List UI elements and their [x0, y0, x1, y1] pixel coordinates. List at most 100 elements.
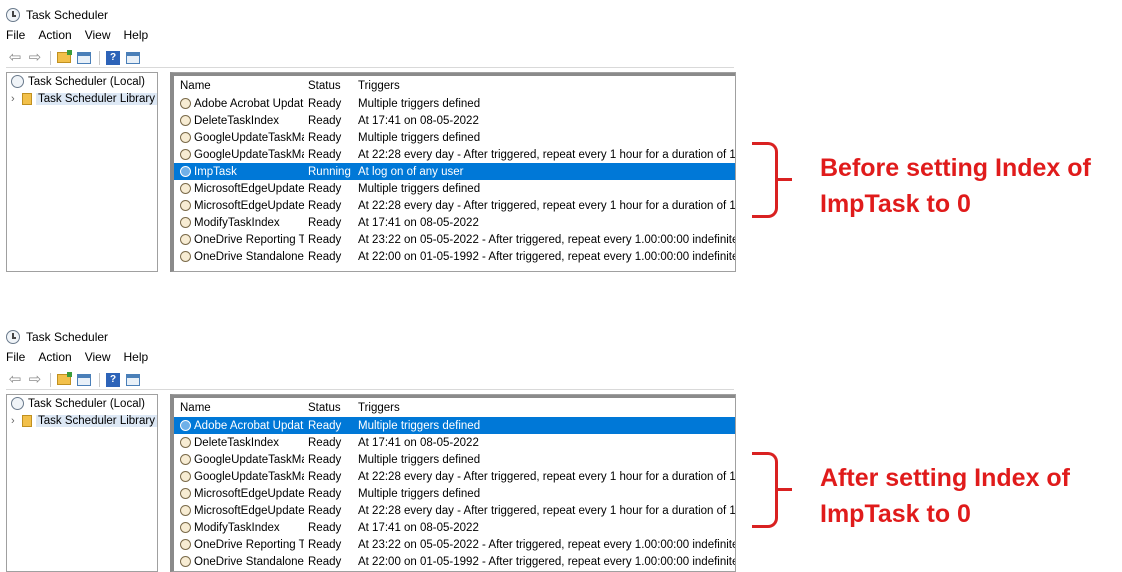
- column-header-status[interactable]: Status: [304, 80, 356, 92]
- forward-arrow-icon: ⇨: [28, 49, 42, 66]
- task-scheduler-app-icon: [6, 8, 20, 22]
- task-row[interactable]: Adobe Acrobat Updat... Ready Multiple trig…: [174, 95, 735, 112]
- task-triggers: At 23:22 on 05-05-2022 - After triggered…: [358, 233, 735, 246]
- task-name-cell: OneDrive Reporting T...: [174, 234, 304, 246]
- menu-view[interactable]: View: [85, 28, 111, 44]
- task-triggers: Multiple triggers defined: [358, 182, 481, 195]
- task-name: DeleteTaskIndex: [194, 114, 280, 127]
- task-row[interactable]: OneDrive Standalone ... Ready At 22:00 on …: [174, 553, 735, 570]
- task-row[interactable]: MicrosoftEdgeUpdate... Ready At 22:28 ever…: [174, 502, 735, 519]
- task-name-cell: Adobe Acrobat Updat...: [174, 98, 304, 110]
- toolbar-separator: [99, 372, 100, 387]
- console-tree: Task Scheduler (Local) › Task Scheduler …: [6, 394, 158, 572]
- annotation-before-line2: ImpTask to 0: [820, 190, 971, 218]
- task-triggers: At 17:41 on 08-05-2022: [358, 436, 479, 449]
- task-status: Ready: [308, 487, 342, 500]
- task-name-cell: GoogleUpdateTaskMa...: [174, 149, 304, 161]
- task-list: Name Status Triggers Adobe Acrobat Updat…: [170, 394, 736, 572]
- task-clock-icon: [180, 539, 191, 550]
- task-triggers: At 17:41 on 08-05-2022: [358, 521, 479, 534]
- tree-item-library[interactable]: › Task Scheduler Library: [7, 412, 157, 429]
- task-name: GoogleUpdateTaskMa...: [194, 453, 304, 466]
- task-triggers: At 17:41 on 08-05-2022: [358, 216, 479, 229]
- up-folder-button[interactable]: [55, 372, 73, 388]
- menu-action[interactable]: Action: [38, 28, 71, 44]
- task-clock-icon: [180, 251, 191, 262]
- task-row[interactable]: OneDrive Standalone ... Ready At 22:00 on …: [174, 248, 735, 265]
- task-name-cell: MicrosoftEdgeUpdate...: [174, 488, 304, 500]
- chevron-right-icon[interactable]: ›: [11, 415, 18, 427]
- tree-item-root[interactable]: Task Scheduler (Local): [7, 395, 157, 412]
- back-button[interactable]: ⇦: [6, 50, 24, 66]
- menu-view[interactable]: View: [85, 350, 111, 366]
- task-clock-icon: [180, 471, 191, 482]
- task-row[interactable]: Adobe Acrobat Updat... Ready Multiple trig…: [174, 417, 735, 434]
- task-triggers: At 23:22 on 05-05-2022 - After triggered…: [358, 538, 735, 551]
- task-row[interactable]: ImpTask Running At log on of any user: [174, 163, 735, 180]
- column-header-name[interactable]: Name: [174, 402, 304, 414]
- help-button[interactable]: ?: [104, 372, 122, 388]
- task-row[interactable]: ModifyTaskIndex Ready At 17:41 on 08-05-20…: [174, 214, 735, 231]
- menu-file[interactable]: File: [6, 28, 25, 44]
- task-triggers: At 22:28 every day - After triggered, re…: [358, 470, 735, 483]
- annotation-after-line1: After setting Index of: [820, 464, 1071, 492]
- column-header-status[interactable]: Status: [304, 402, 356, 414]
- up-folder-button[interactable]: [55, 50, 73, 66]
- task-row[interactable]: GoogleUpdateTaskMa... Ready At 22:28 every…: [174, 146, 735, 163]
- task-row[interactable]: OneDrive Reporting T... Ready At 23:22 on …: [174, 536, 735, 553]
- task-row[interactable]: ModifyTaskIndex Ready At 17:41 on 08-05-20…: [174, 519, 735, 536]
- menu-help[interactable]: Help: [124, 28, 149, 44]
- task-row[interactable]: DeleteTaskIndex Ready At 17:41 on 08-05-20…: [174, 112, 735, 129]
- folder-icon: [21, 414, 33, 427]
- task-clock-icon: [180, 132, 191, 143]
- forward-button[interactable]: ⇨: [26, 372, 44, 388]
- toolbar-separator: [50, 372, 51, 387]
- annotation-bracket-tick: [778, 178, 792, 181]
- show-action-pane-button[interactable]: [124, 50, 142, 66]
- task-row[interactable]: MicrosoftEdgeUpdate... Ready Multiple trig…: [174, 180, 735, 197]
- task-name: MicrosoftEdgeUpdate...: [194, 504, 304, 517]
- task-triggers: At 17:41 on 08-05-2022: [358, 114, 479, 127]
- task-row[interactable]: GoogleUpdateTaskMa... Ready At 22:28 every…: [174, 468, 735, 485]
- help-button[interactable]: ?: [104, 50, 122, 66]
- task-name-cell: GoogleUpdateTaskMa...: [174, 471, 304, 483]
- task-status: Ready: [308, 419, 342, 432]
- column-header-name[interactable]: Name: [174, 80, 304, 92]
- menu-file[interactable]: File: [6, 350, 25, 366]
- forward-button[interactable]: ⇨: [26, 50, 44, 66]
- folder-up-icon: [57, 50, 72, 63]
- help-icon: ?: [106, 372, 120, 387]
- task-triggers: At 22:00 on 01-05-1992 - After triggered…: [358, 250, 735, 263]
- tree-item-root[interactable]: Task Scheduler (Local): [7, 73, 157, 90]
- show-hide-console-button[interactable]: [75, 372, 93, 388]
- column-header-triggers[interactable]: Triggers: [356, 402, 735, 414]
- task-name-cell: DeleteTaskIndex: [174, 437, 304, 449]
- task-row[interactable]: GoogleUpdateTaskMa... Ready Multiple trigg…: [174, 451, 735, 468]
- menu-help[interactable]: Help: [124, 350, 149, 366]
- task-status: Ready: [308, 216, 342, 229]
- task-clock-icon: [180, 217, 191, 228]
- task-clock-icon: [180, 420, 191, 431]
- task-status: Ready: [308, 555, 342, 568]
- task-row[interactable]: MicrosoftEdgeUpdate... Ready At 22:28 ever…: [174, 197, 735, 214]
- task-triggers: Multiple triggers defined: [358, 131, 481, 144]
- task-row[interactable]: GoogleUpdateTaskMa... Ready Multiple trigg…: [174, 129, 735, 146]
- show-hide-console-button[interactable]: [75, 50, 93, 66]
- back-button[interactable]: ⇦: [6, 372, 24, 388]
- task-status: Ready: [308, 470, 342, 483]
- task-name-cell: DeleteTaskIndex: [174, 115, 304, 127]
- show-action-pane-button[interactable]: [124, 372, 142, 388]
- task-rows: Adobe Acrobat Updat... Ready Multiple trig…: [174, 95, 735, 265]
- menu-action[interactable]: Action: [38, 350, 71, 366]
- task-status: Ready: [308, 199, 342, 212]
- task-status: Ready: [308, 114, 342, 127]
- tree-item-library[interactable]: › Task Scheduler Library: [7, 90, 157, 107]
- task-clock-icon: [180, 166, 191, 177]
- task-row[interactable]: OneDrive Reporting T... Ready At 23:22 on …: [174, 231, 735, 248]
- task-row[interactable]: DeleteTaskIndex Ready At 17:41 on 08-05-20…: [174, 434, 735, 451]
- task-name: ModifyTaskIndex: [194, 521, 280, 534]
- chevron-right-icon[interactable]: ›: [11, 93, 18, 105]
- column-header-triggers[interactable]: Triggers: [356, 80, 735, 92]
- task-name: MicrosoftEdgeUpdate...: [194, 487, 304, 500]
- task-row[interactable]: MicrosoftEdgeUpdate... Ready Multiple trig…: [174, 485, 735, 502]
